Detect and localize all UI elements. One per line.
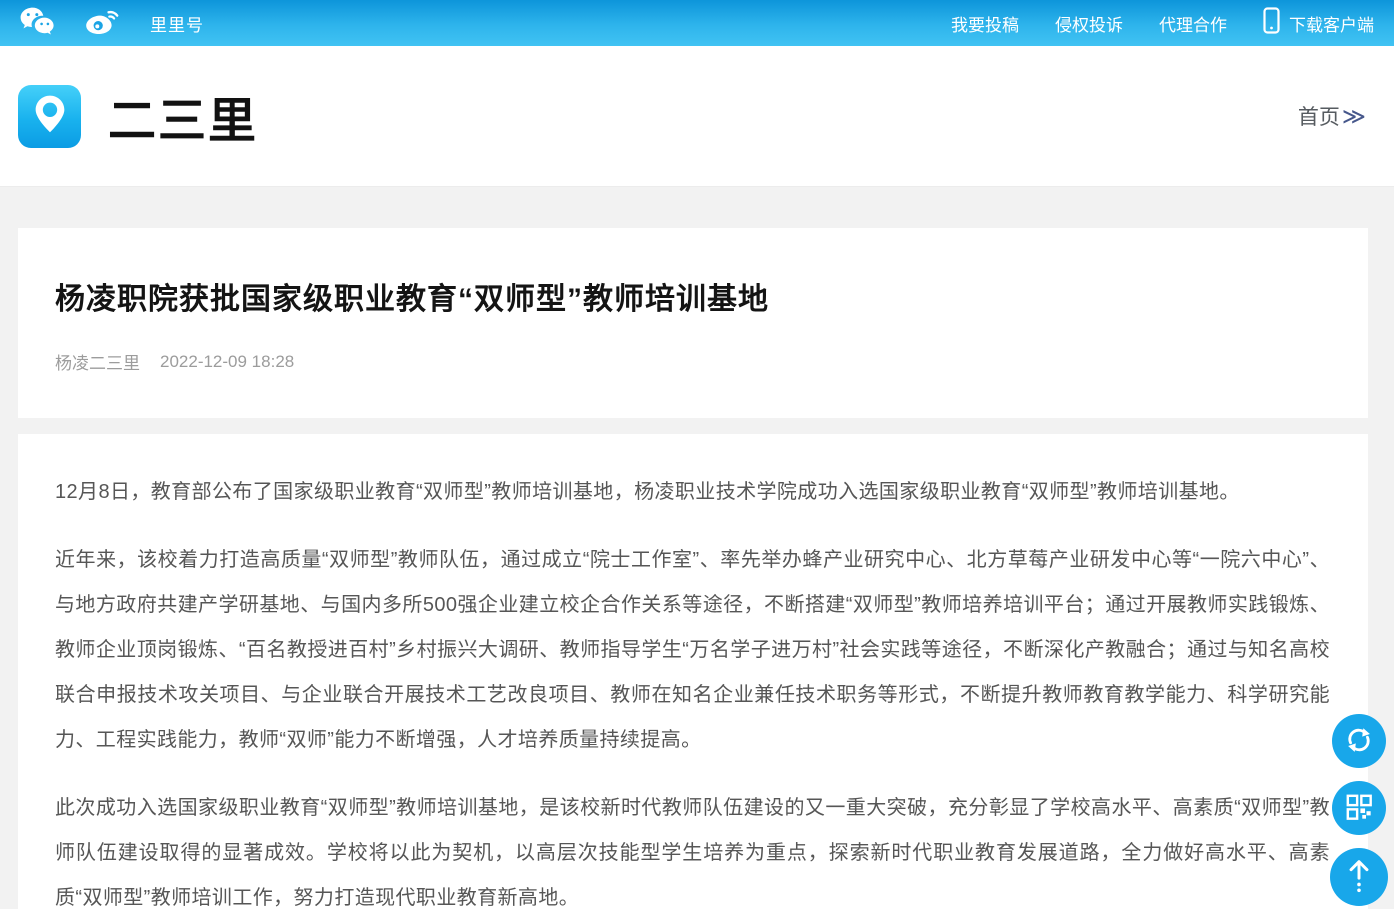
back-to-top-icon [1343,858,1375,897]
article-body-card: 12月8日，教育部公布了国家级职业教育“双师型”教师培训基地，杨凌职业技术学院成… [18,434,1368,909]
site-header: 二三里 首页 ≫ [0,46,1394,187]
back-to-top-button[interactable] [1330,848,1388,906]
floating-toolbar [1330,714,1388,906]
link-report-infringement[interactable]: 侵权投诉 [1055,11,1123,36]
link-agency-cooperation[interactable]: 代理合作 [1159,11,1227,36]
article-author[interactable]: 杨凌二三里 [55,349,140,374]
home-link-label: 首页 [1298,101,1340,131]
qrcode-icon [1345,793,1373,824]
article-meta: 杨凌二三里 2022-12-09 18:28 [55,349,1331,374]
link-download-app[interactable]: 下载客户端 [1263,7,1374,39]
article-paragraph: 近年来，该校着力打造高质量“双师型”教师队伍，通过成立“院士工作室”、率先举办蜂… [55,538,1330,763]
site-logo[interactable] [18,85,81,148]
article-title: 杨凌职院获批国家级职业教育“双师型”教师培训基地 [55,274,1331,318]
topbar-links: 我要投稿 侵权投诉 代理合作 下载客户端 [951,7,1374,39]
weibo-icon[interactable] [84,6,120,41]
social-icons [20,6,120,41]
link-submit-article[interactable]: 我要投稿 [951,11,1019,36]
site-logo-text[interactable]: 二三里 [108,81,258,151]
refresh-button[interactable] [1332,714,1386,768]
wechat-icon[interactable] [20,6,56,41]
article-date: 2022-12-09 18:28 [160,352,294,372]
phone-icon [1263,7,1280,39]
download-app-label: 下载客户端 [1289,11,1374,36]
double-chevron-right-icon: ≫ [1342,103,1366,130]
qrcode-button[interactable] [1332,781,1386,835]
home-link[interactable]: 首页 ≫ [1298,101,1366,131]
article-paragraph: 此次成功入选国家级职业教育“双师型”教师培训基地，是该校新时代教师队伍建设的又一… [55,786,1330,909]
page-background: 杨凌职院获批国家级职业教育“双师型”教师培训基地 杨凌二三里 2022-12-0… [0,187,1394,909]
topbar-brand[interactable]: 里里号 [150,11,204,36]
article-paragraph: 12月8日，教育部公布了国家级职业教育“双师型”教师培训基地，杨凌职业技术学院成… [55,470,1330,515]
article-title-card: 杨凌职院获批国家级职业教育“双师型”教师培训基地 杨凌二三里 2022-12-0… [18,228,1368,418]
location-pin-icon [32,93,68,140]
top-bar: 里里号 我要投稿 侵权投诉 代理合作 下载客户端 [0,0,1394,46]
refresh-icon [1344,725,1374,758]
